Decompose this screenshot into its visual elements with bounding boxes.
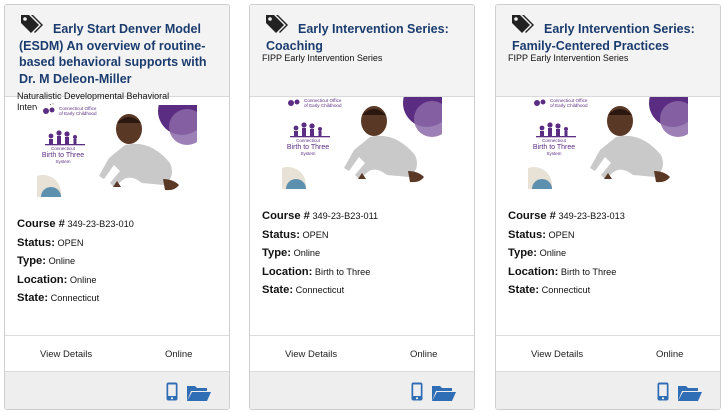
card-header: Early Intervention Series: Coaching [250,5,474,97]
svg-text:Connecticut: Connecticut [542,138,567,143]
location-value: Online [69,274,97,285]
mobile-phone-icon[interactable] [657,382,669,401]
view-details-link[interactable]: View Details [285,349,337,360]
location-value: Birth to Three [560,266,617,277]
course-number: 349-23-B23-013 [558,211,625,221]
course-title-line[interactable]: Family-Centered Practices [510,38,710,55]
course-title-line[interactable]: Early Intervention Series: [510,21,710,38]
course-number: 349-23-B23-011 [312,211,379,221]
course-subtitle-line: Naturalistic Developmental Behavioral [17,91,170,101]
status-label: Status: [508,228,546,241]
course-info: Course # 349-23-B23-011 Status: OPEN Typ… [262,207,378,300]
card-header: Early Intervention Series: Family-Centere… [496,5,720,97]
state-value: Connecticut [50,293,100,303]
location-label: Location: [17,273,68,286]
course-subtitle: FIPP Early Intervention Series [508,53,628,64]
folder-open-icon[interactable] [678,384,702,401]
card-icons-bar [496,371,720,409]
course-label: Course # [17,218,65,230]
svg-text:System: System [55,159,70,164]
card-header: Early Start Denver Model (ESDM) An overvi… [5,5,229,97]
card-actions: View Details Online [250,335,474,372]
svg-text:of Early Childhood: of Early Childhood [59,111,97,116]
course-card: Early Intervention Series: Family-Centere… [495,4,721,410]
status-value: OPEN [302,229,329,240]
course-title[interactable]: Early Start Denver Model (ESDM) An overvi… [19,21,219,87]
delivery-mode: Online [656,349,684,360]
state-label: State: [508,284,540,296]
view-details-link[interactable]: View Details [531,349,583,360]
state-label: State: [17,292,49,304]
svg-text:Connecticut: Connecticut [51,146,76,151]
svg-text:System: System [300,151,315,156]
card-actions: View Details Online [496,335,720,372]
svg-text:Birth to Three: Birth to Three [42,152,84,159]
svg-text:Birth to Three: Birth to Three [533,144,575,151]
course-card: Early Start Denver Model (ESDM) An overvi… [4,4,230,410]
card-icons-bar [5,371,229,409]
card-actions: View Details Online [5,335,229,372]
course-image: Connecticut Office of Early Childhood Co… [528,97,688,189]
status-label: Status: [262,228,300,241]
course-info: Course # 349-23-B23-013 Status: OPEN Typ… [508,207,625,300]
course-title-line[interactable]: (ESDM) An overview of routine- [19,38,219,55]
location-label: Location: [508,265,559,278]
svg-text:Birth to Three: Birth to Three [287,144,329,151]
delivery-mode: Online [165,349,193,360]
course-image: Connecticut Office of Early Childhood Co… [282,97,442,189]
course-label: Course # [508,210,556,222]
type-value: Online [48,256,76,266]
card-icons-bar [250,371,474,409]
state-value: Connecticut [295,285,345,295]
delivery-mode: Online [410,349,438,360]
course-image: Connecticut Office of Early Childhood Co… [37,105,197,197]
state-value: Connecticut [541,285,591,295]
course-title-line[interactable]: Dr. M Deleon-Miller [19,71,219,88]
svg-text:of Early Childhood: of Early Childhood [304,103,342,108]
mobile-phone-icon[interactable] [166,382,178,401]
svg-text:Connecticut: Connecticut [296,138,321,143]
course-title[interactable]: Early Intervention Series: Coaching [264,21,464,54]
type-value: Online [539,248,567,258]
type-label: Type: [17,255,47,267]
course-title-line[interactable]: Coaching [264,38,464,55]
course-title-line[interactable]: Early Start Denver Model [19,21,219,38]
location-value: Birth to Three [314,266,371,277]
course-subtitle: FIPP Early Intervention Series [262,53,382,64]
location-label: Location: [262,265,313,278]
status-value: OPEN [57,237,84,248]
type-label: Type: [262,247,292,259]
course-label: Course # [262,210,310,222]
folder-open-icon[interactable] [432,384,456,401]
folder-open-icon[interactable] [187,384,211,401]
course-number: 349-23-B23-010 [67,219,134,229]
course-card: Early Intervention Series: Coaching FIPP … [249,4,475,410]
mobile-phone-icon[interactable] [411,382,423,401]
course-title-line[interactable]: Early Intervention Series: [264,21,464,38]
view-details-link[interactable]: View Details [40,349,92,360]
course-subtitle-line: FIPP Early Intervention Series [262,53,383,63]
type-label: Type: [508,247,538,259]
course-title-line[interactable]: based behavioral supports with [19,54,219,71]
status-label: Status: [17,236,55,249]
course-title[interactable]: Early Intervention Series: Family-Centere… [510,21,710,54]
svg-text:System: System [546,151,561,156]
svg-text:of Early Childhood: of Early Childhood [550,103,588,108]
status-value: OPEN [548,229,575,240]
course-info: Course # 349-23-B23-010 Status: OPEN Typ… [17,215,134,308]
type-value: Online [293,248,321,258]
course-subtitle-line: FIPP Early Intervention Series [508,53,629,63]
state-label: State: [262,284,294,296]
